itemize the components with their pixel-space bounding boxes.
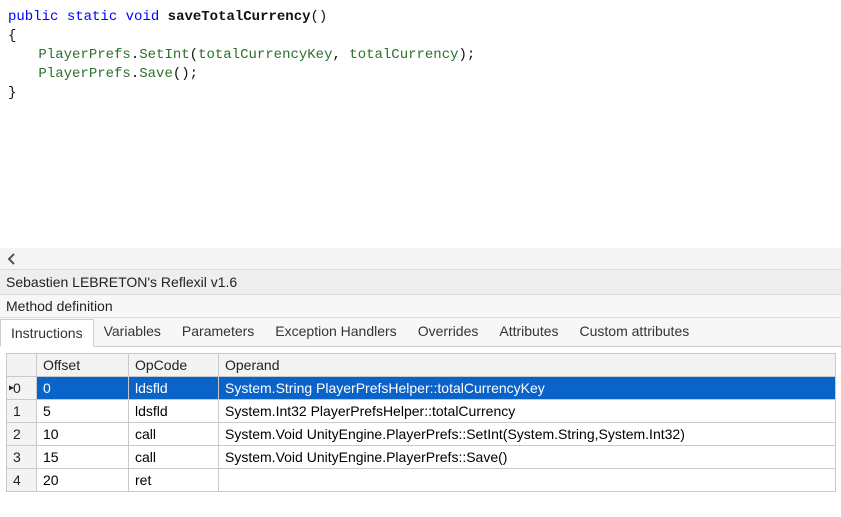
table-row[interactable]: ▸0 0 ldsfld System.String PlayerPrefsHel… — [7, 377, 836, 400]
cell-opcode: ldsfld — [129, 400, 219, 423]
col-offset[interactable]: Offset — [37, 354, 129, 377]
cell-operand: System.Void UnityEngine.PlayerPrefs::Sav… — [219, 446, 836, 469]
method-name: saveTotalCurrency — [168, 9, 311, 25]
row-index: 2 — [7, 423, 37, 446]
tab-exception-handlers[interactable]: Exception Handlers — [265, 318, 407, 346]
code-line-2: PlayerPrefs.Save(); — [8, 65, 833, 84]
cell-opcode: call — [129, 423, 219, 446]
panel-subtitle: Method definition — [0, 295, 841, 318]
grid-header-row: Offset OpCode Operand — [7, 354, 836, 377]
tab-overrides[interactable]: Overrides — [408, 318, 490, 346]
tab-attributes[interactable]: Attributes — [489, 318, 569, 346]
cell-operand: System.Void UnityEngine.PlayerPrefs::Set… — [219, 423, 836, 446]
current-row-icon: ▸ — [9, 383, 14, 394]
row-index: ▸0 — [7, 377, 37, 400]
table-row[interactable]: 2 10 call System.Void UnityEngine.Player… — [7, 423, 836, 446]
cell-offset: 5 — [37, 400, 129, 423]
instructions-grid[interactable]: Offset OpCode Operand ▸0 0 ldsfld System… — [6, 353, 836, 492]
brace-open: { — [8, 27, 833, 46]
chevron-left-icon[interactable] — [6, 253, 18, 265]
row-index: 3 — [7, 446, 37, 469]
tab-custom-attributes[interactable]: Custom attributes — [570, 318, 701, 346]
keyword-public: public — [8, 9, 58, 25]
cell-offset: 20 — [37, 469, 129, 492]
table-row[interactable]: 3 15 call System.Void UnityEngine.Player… — [7, 446, 836, 469]
col-opcode[interactable]: OpCode — [129, 354, 219, 377]
code-line-1: PlayerPrefs.SetInt(totalCurrencyKey, tot… — [8, 46, 833, 65]
cell-offset: 10 — [37, 423, 129, 446]
keyword-static: static — [67, 9, 117, 25]
method-parens: () — [311, 9, 328, 25]
cell-operand — [219, 469, 836, 492]
tab-bar: Instructions Variables Parameters Except… — [0, 318, 841, 347]
row-index: 1 — [7, 400, 37, 423]
horizontal-scrollbar[interactable] — [0, 248, 841, 270]
panel-title: Sebastien LEBRETON's Reflexil v1.6 — [0, 270, 841, 295]
col-operand[interactable]: Operand — [219, 354, 836, 377]
tab-parameters[interactable]: Parameters — [172, 318, 265, 346]
code-editor: public static void saveTotalCurrency() {… — [0, 0, 841, 248]
brace-close: } — [8, 84, 833, 103]
tab-variables[interactable]: Variables — [94, 318, 172, 346]
tab-instructions[interactable]: Instructions — [0, 319, 94, 347]
cell-offset: 0 — [37, 377, 129, 400]
cell-opcode: ret — [129, 469, 219, 492]
cell-operand: System.String PlayerPrefsHelper::totalCu… — [219, 377, 836, 400]
grid-corner — [7, 354, 37, 377]
cell-operand: System.Int32 PlayerPrefsHelper::totalCur… — [219, 400, 836, 423]
keyword-void: void — [126, 9, 160, 25]
cell-opcode: call — [129, 446, 219, 469]
cell-opcode: ldsfld — [129, 377, 219, 400]
table-row[interactable]: 1 5 ldsfld System.Int32 PlayerPrefsHelpe… — [7, 400, 836, 423]
code-line-signature: public static void saveTotalCurrency() — [8, 8, 833, 27]
cell-offset: 15 — [37, 446, 129, 469]
table-row[interactable]: 4 20 ret — [7, 469, 836, 492]
row-index: 4 — [7, 469, 37, 492]
